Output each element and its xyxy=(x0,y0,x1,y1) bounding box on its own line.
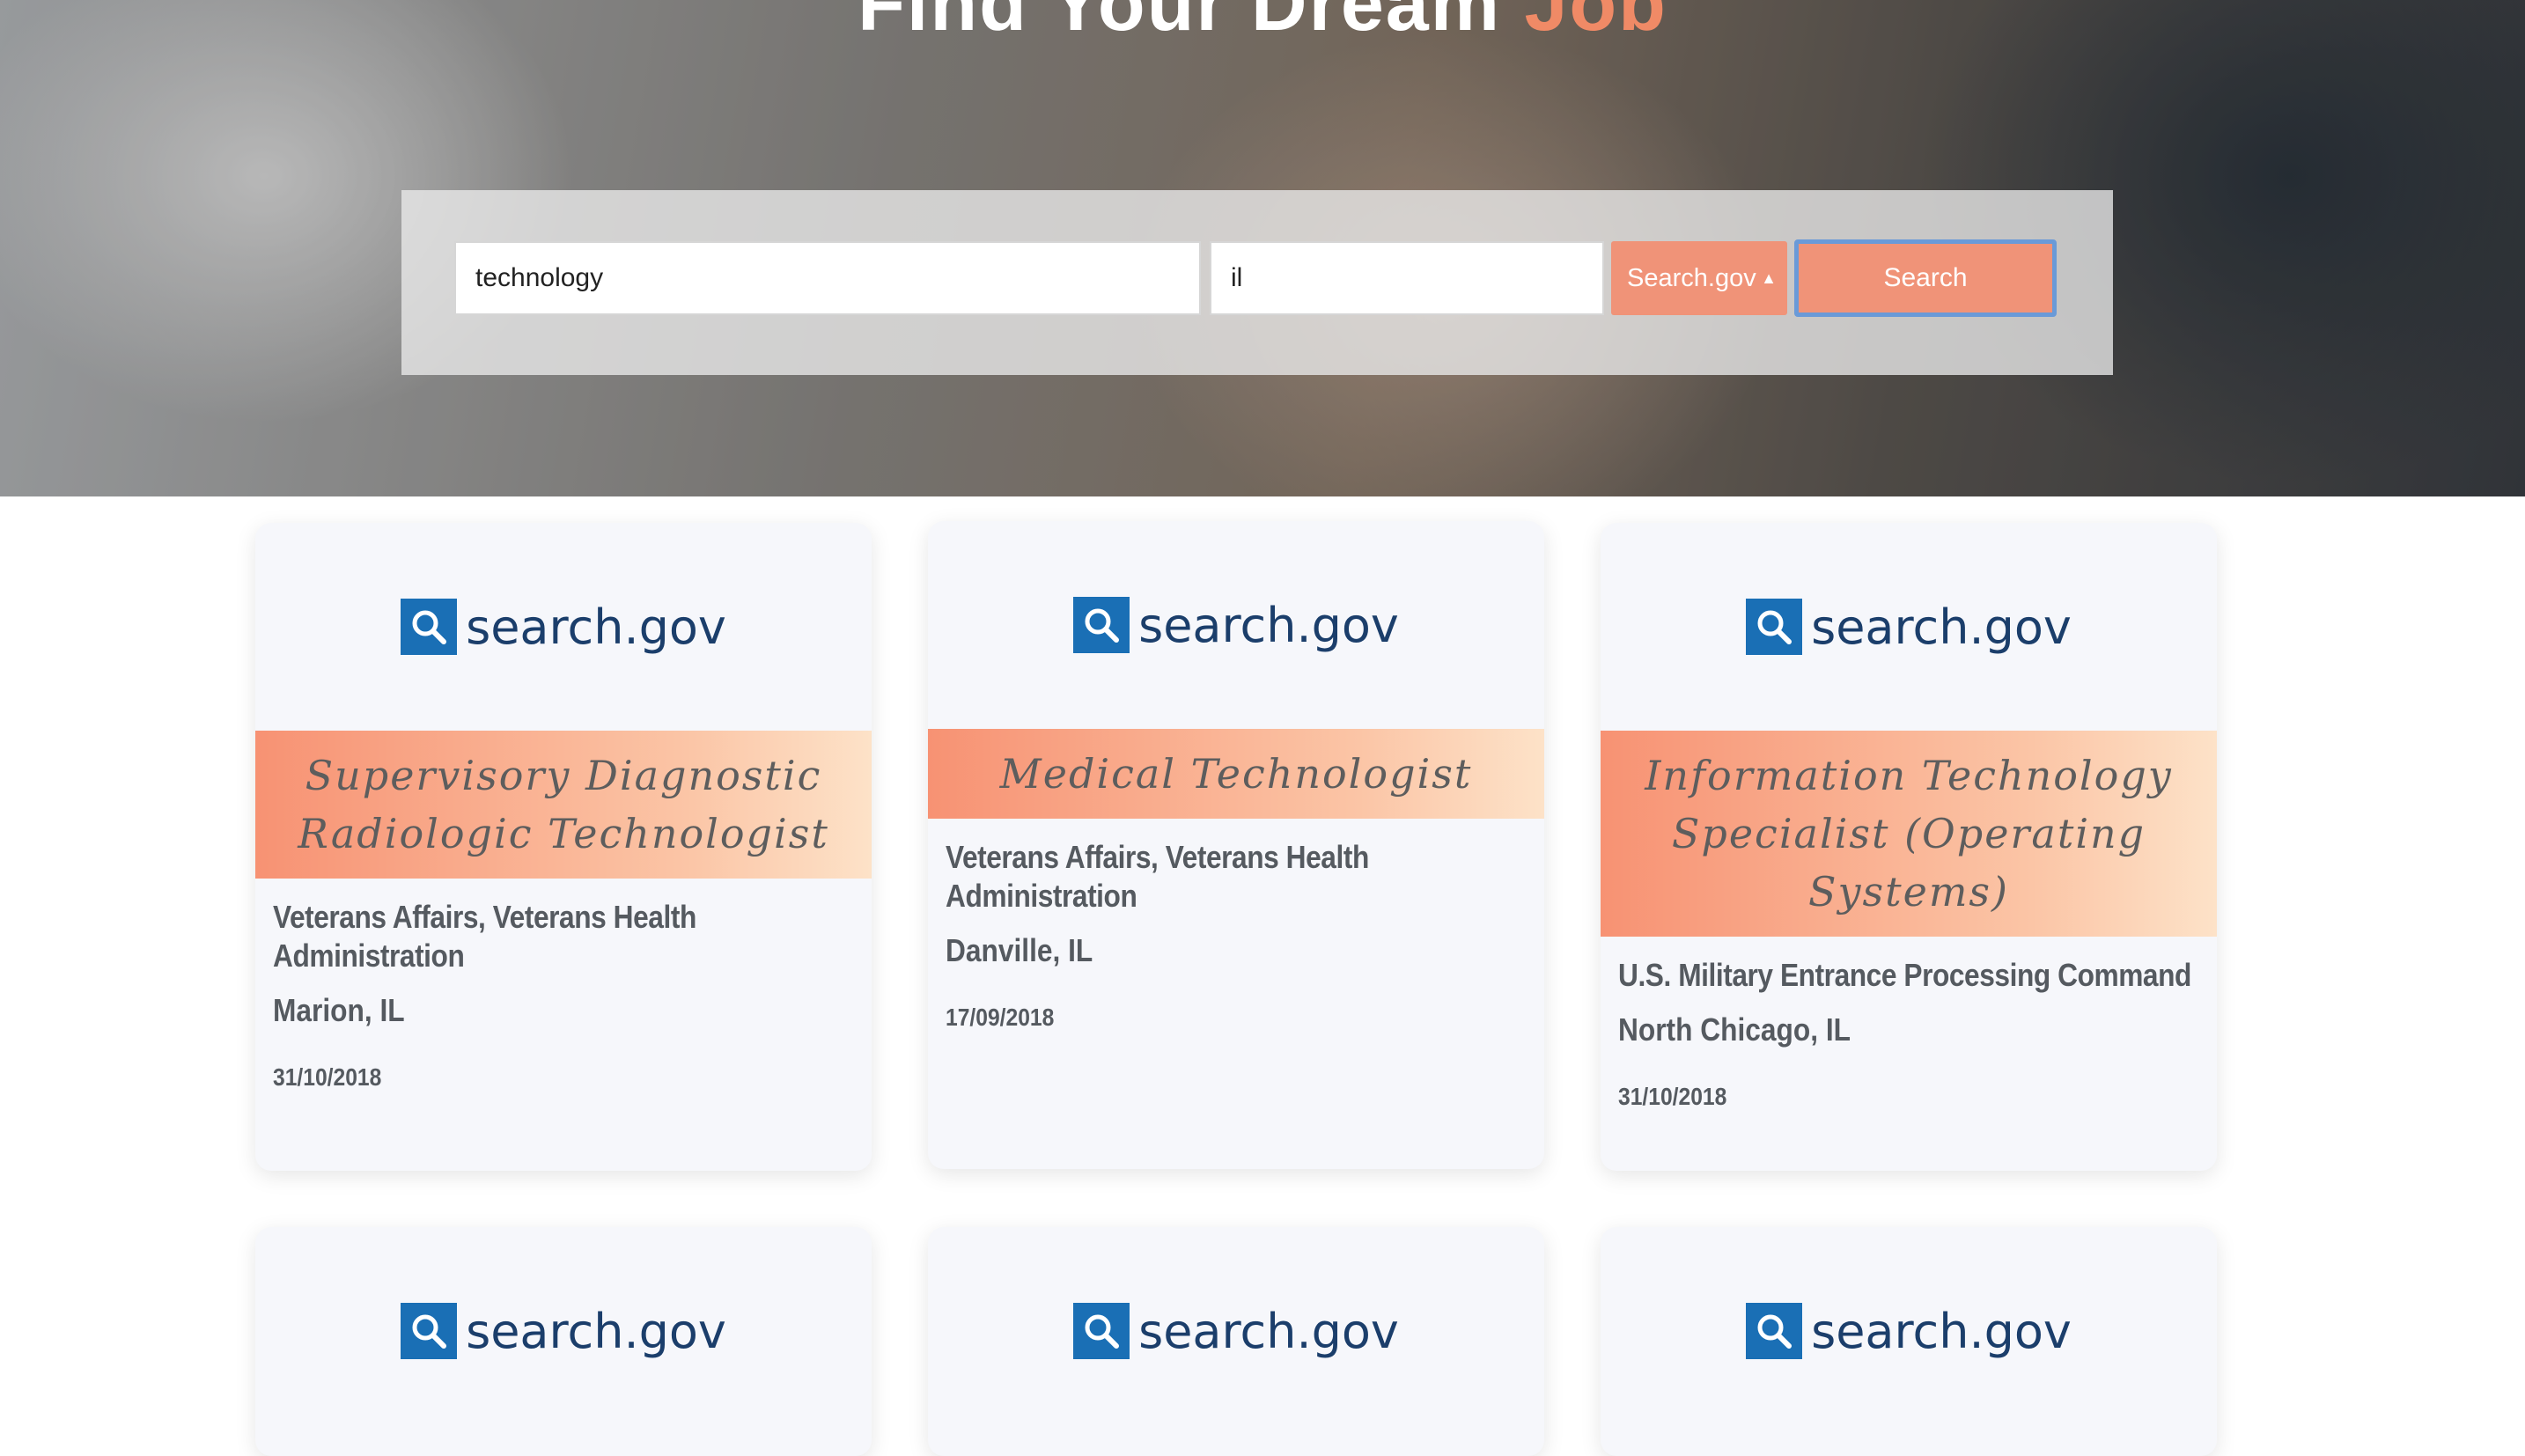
logo-text: search.gov xyxy=(466,1303,726,1359)
job-location: North Chicago, IL xyxy=(1618,1011,1851,1048)
card-logo: search.gov xyxy=(1601,523,2217,731)
logo-text: search.gov xyxy=(1811,1303,2072,1359)
job-title[interactable]: Supervisory Diagnostic Radiologic Techno… xyxy=(255,731,872,879)
page-title: Find Your Dream Job xyxy=(0,0,2525,42)
logo-text: search.gov xyxy=(1138,1303,1399,1359)
job-agency: Veterans Affairs, Veterans Health Admini… xyxy=(273,899,696,974)
logo-text: search.gov xyxy=(1138,597,1399,653)
job-agency: Veterans Affairs, Veterans Health Admini… xyxy=(946,839,1369,914)
magnifier-icon xyxy=(1746,1303,1803,1359)
job-date: 31/10/2018 xyxy=(273,1063,382,1091)
search-panel: technology il Search.gov ▲ Search xyxy=(401,190,2113,375)
job-date: 17/09/2018 xyxy=(946,1004,1055,1031)
card-logo: search.gov xyxy=(1601,1227,2217,1435)
job-card[interactable]: search.gov xyxy=(255,1227,872,1456)
card-logo: search.gov xyxy=(255,1227,872,1435)
job-title[interactable]: Information Technology Specialist (Opera… xyxy=(1601,731,2217,937)
card-logo: search.gov xyxy=(255,523,872,731)
source-select[interactable]: Search.gov ▲ xyxy=(1611,241,1787,315)
job-card[interactable]: search.gov Information Technology Specia… xyxy=(1601,523,2217,1171)
job-title[interactable]: Medical Technologist xyxy=(928,729,1544,819)
card-logo: search.gov xyxy=(928,521,1544,729)
location-input[interactable]: il xyxy=(1210,241,1604,315)
logo-text: search.gov xyxy=(1811,599,2072,655)
magnifier-icon xyxy=(401,1303,458,1359)
job-location: Danville, IL xyxy=(946,932,1093,968)
job-card[interactable]: search.gov Medical Technologist Veterans… xyxy=(928,521,1544,1169)
card-logo: search.gov xyxy=(928,1227,1544,1435)
logo-text: search.gov xyxy=(466,599,726,655)
select-arrows-icon: ▲ xyxy=(1761,269,1777,287)
search-button[interactable]: Search xyxy=(1794,239,2057,317)
job-card[interactable]: search.gov xyxy=(928,1227,1544,1456)
job-location: Marion, IL xyxy=(273,992,405,1028)
card-body: Veterans Affairs, Veterans Health Admini… xyxy=(255,879,872,1093)
magnifier-icon xyxy=(1073,597,1130,653)
card-body: Veterans Affairs, Veterans Health Admini… xyxy=(928,819,1544,1033)
magnifier-icon xyxy=(401,599,458,655)
job-card[interactable]: search.gov Supervisory Diagnostic Radiol… xyxy=(255,523,872,1171)
magnifier-icon xyxy=(1746,599,1803,655)
keyword-input[interactable]: technology xyxy=(454,241,1201,315)
job-date: 31/10/2018 xyxy=(1618,1083,1727,1110)
source-select-label: Search.gov xyxy=(1627,264,1756,292)
card-body: U.S. Military Entrance Processing Comman… xyxy=(1601,937,2217,1113)
job-card[interactable]: search.gov xyxy=(1601,1227,2217,1456)
job-agency: U.S. Military Entrance Processing Comman… xyxy=(1618,957,2191,993)
title-accent: Job xyxy=(1524,0,1667,47)
hero-banner: Find Your Dream Job technology il Search… xyxy=(0,0,2525,496)
title-main: Find Your Dream xyxy=(858,0,1501,47)
magnifier-icon xyxy=(1073,1303,1130,1359)
